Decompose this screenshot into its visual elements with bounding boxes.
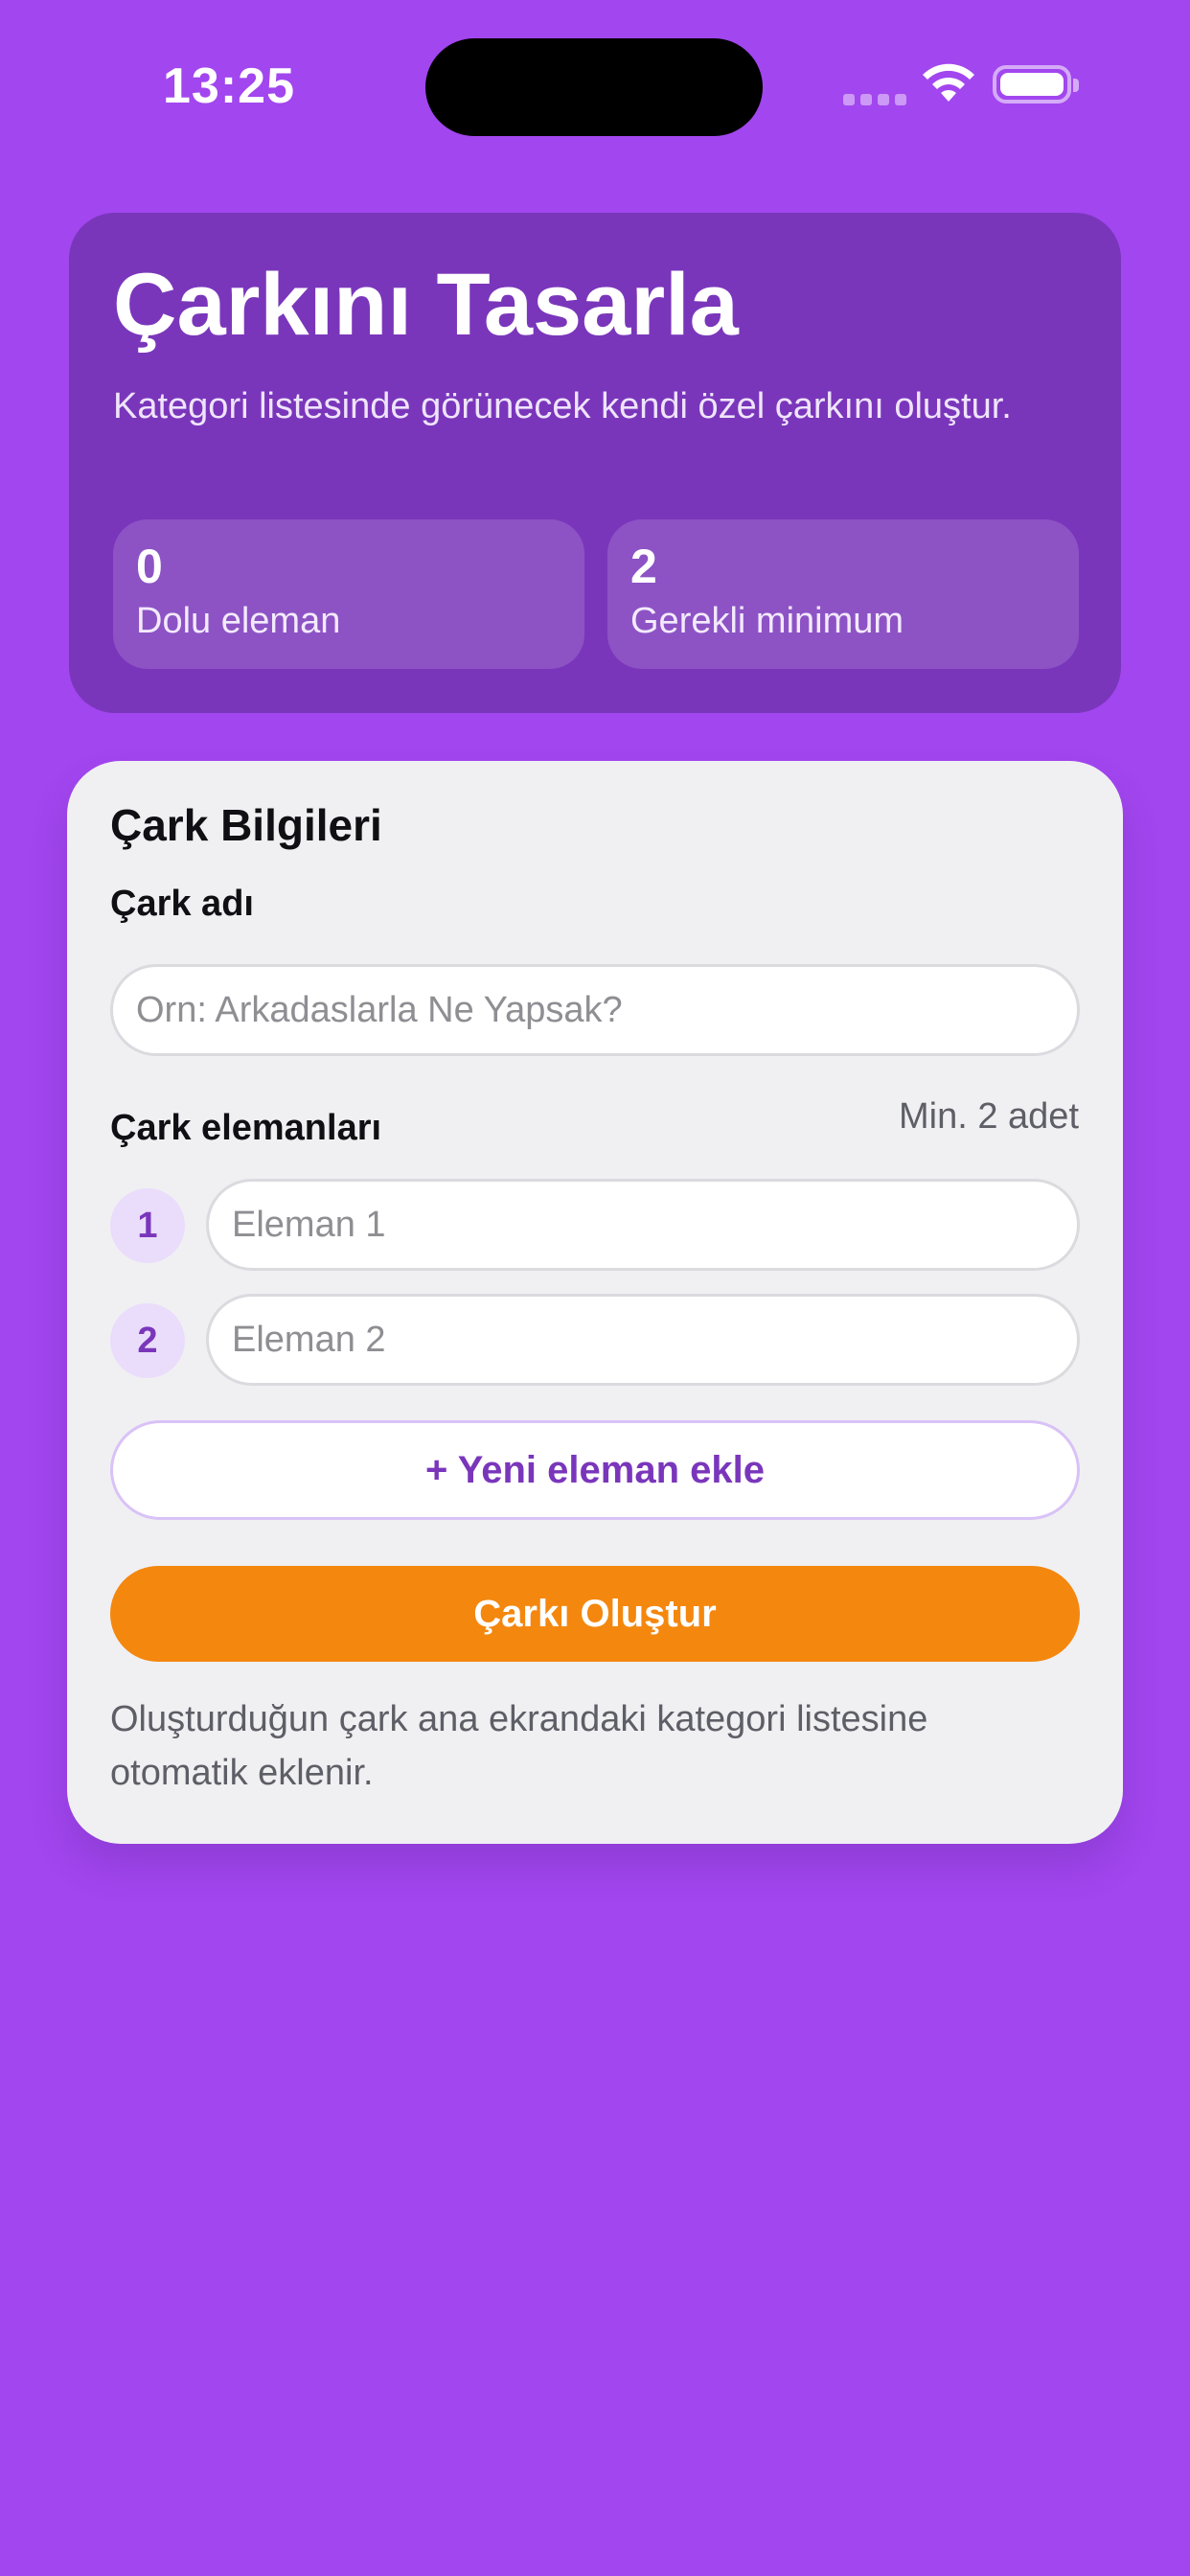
- wifi-icon: [920, 63, 977, 110]
- stat-required-minimum: 2 Gerekli minimum: [607, 519, 1079, 669]
- stat-required-value: 2: [630, 540, 657, 593]
- stat-filled-value: 0: [136, 540, 163, 593]
- wheel-name-label: Çark adı: [110, 884, 254, 924]
- status-time: 13:25: [163, 58, 295, 114]
- battery-icon: [993, 65, 1079, 104]
- wheel-item-input-1[interactable]: [206, 1179, 1080, 1271]
- create-wheel-button[interactable]: Çarkı Oluştur: [110, 1566, 1080, 1662]
- stat-filled-label: Dolu eleman: [136, 601, 341, 641]
- wheel-item-input-2[interactable]: [206, 1294, 1080, 1386]
- stat-filled-items: 0 Dolu eleman: [113, 519, 584, 669]
- wheel-name-input[interactable]: [110, 964, 1080, 1056]
- wheel-form-card: Çark Bilgileri Çark adı Çark elemanları …: [67, 761, 1123, 1844]
- cellular-signal-icon: [843, 94, 906, 105]
- wheel-items-label: Çark elemanları: [110, 1108, 382, 1148]
- item-index-badge: 1: [110, 1188, 185, 1263]
- item-index-badge: 2: [110, 1303, 185, 1378]
- stat-required-label: Gerekli minimum: [630, 601, 904, 641]
- status-bar: 13:25: [0, 0, 1190, 172]
- page-title: Çarkını Tasarla: [113, 256, 739, 354]
- add-item-button[interactable]: + Yeni eleman ekle: [110, 1420, 1080, 1520]
- info-footnote: Oluşturduğun çark ana ekrandaki kategori…: [110, 1699, 928, 1793]
- dynamic-island: [425, 38, 763, 136]
- section-title: Çark Bilgileri: [110, 800, 382, 850]
- page-subtitle: Kategori listesinde görünecek kendi özel…: [113, 386, 1012, 427]
- stats-row: 0 Dolu eleman 2 Gerekli minimum: [113, 519, 1079, 669]
- hero-card: Çarkını Tasarla Kategori listesinde görü…: [69, 213, 1121, 713]
- min-items-note: Min. 2 adet: [899, 1096, 1079, 1137]
